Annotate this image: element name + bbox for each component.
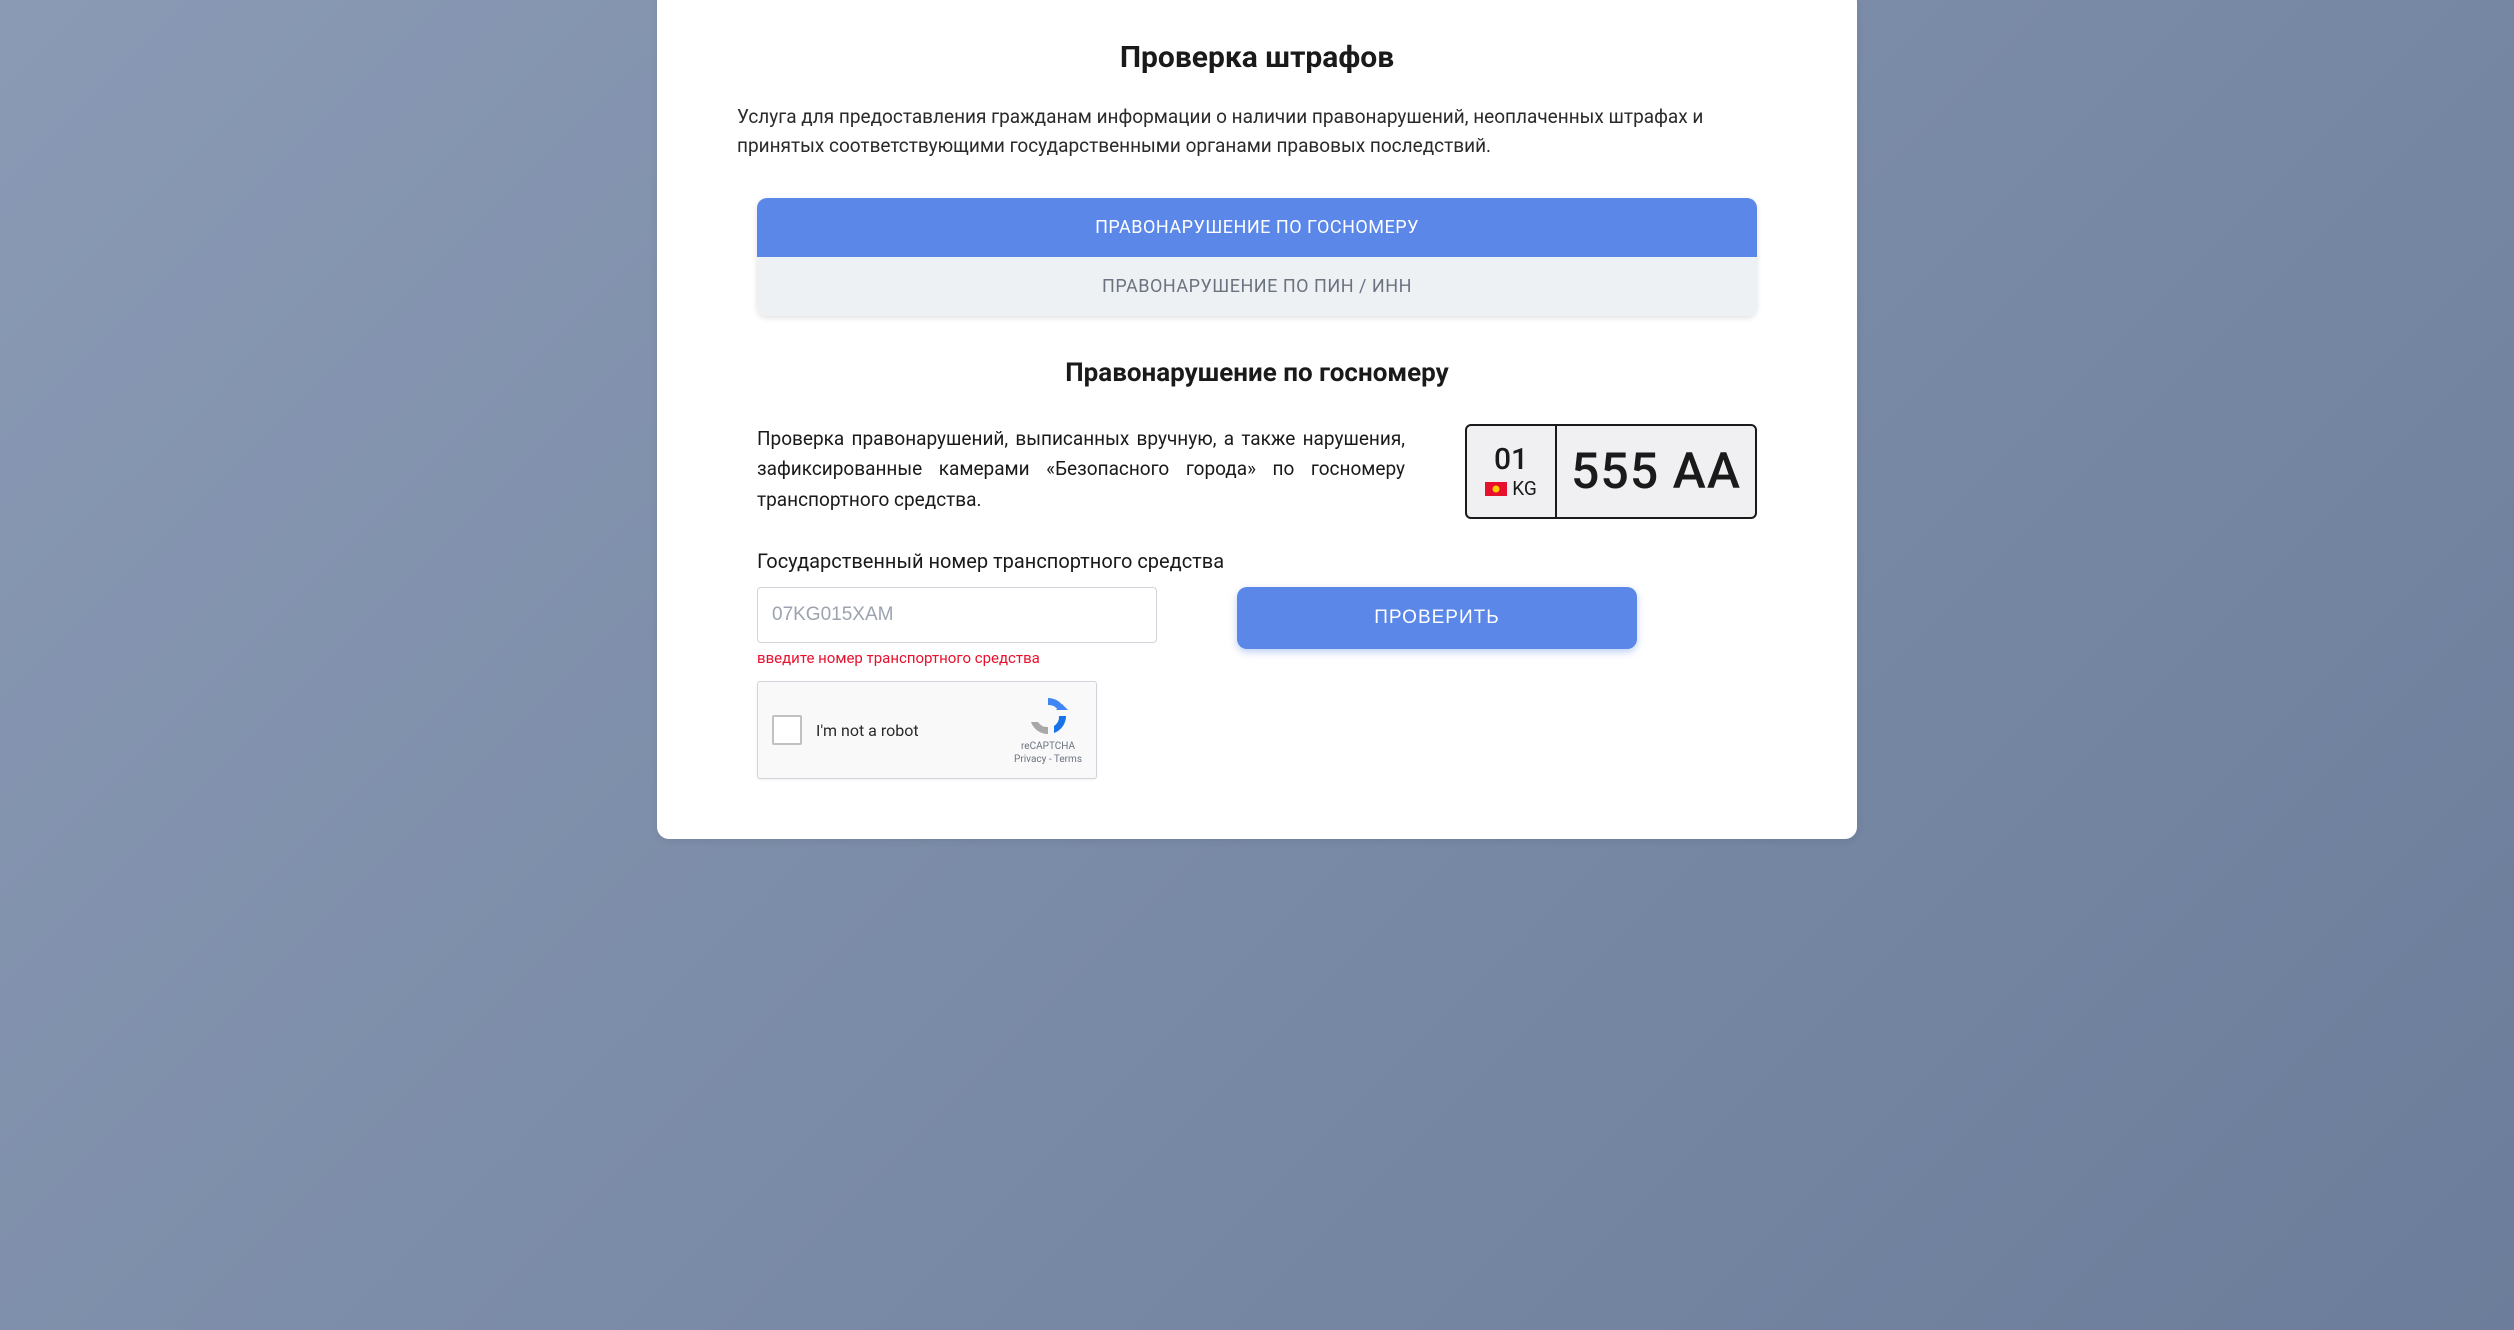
- recaptcha-widget: I'm not a robot reCAPTCHA Privacy - Term…: [757, 681, 1097, 779]
- plate-input-error: введите номер транспортного средства: [757, 649, 1157, 667]
- form-row: введите номер транспортного средства I'm…: [737, 587, 1777, 779]
- page-title: Проверка штрафов: [737, 40, 1777, 75]
- content-row: Проверка правонарушений, выписанных вруч…: [737, 424, 1777, 519]
- tab-by-plate[interactable]: ПРАВОНАРУШЕНИЕ ПО ГОСНОМЕРУ: [757, 198, 1757, 257]
- flag-icon: [1485, 482, 1507, 496]
- plate-input-label: Государственный номер транспортного сред…: [737, 549, 1777, 573]
- plate-region: 01 KG: [1467, 426, 1557, 517]
- recaptcha-checkbox[interactable]: [772, 715, 802, 745]
- plate-region-code: 01: [1494, 445, 1528, 475]
- plate-country-code: KG: [1512, 479, 1537, 498]
- recaptcha-branding: reCAPTCHA Privacy - Terms: [1014, 694, 1082, 766]
- recaptcha-links[interactable]: Privacy - Terms: [1014, 753, 1082, 766]
- plate-example: 01 KG 555 AA: [1465, 424, 1757, 519]
- main-card: Проверка штрафов Услуга для предоставлен…: [657, 0, 1857, 839]
- page-description: Услуга для предоставления гражданам инфо…: [737, 103, 1777, 160]
- plate-input[interactable]: [757, 587, 1157, 643]
- recaptcha-icon: [1026, 694, 1070, 738]
- recaptcha-label: I'm not a robot: [816, 721, 1000, 740]
- recaptcha-brand-text: reCAPTCHA: [1014, 740, 1082, 753]
- tab-by-pin[interactable]: ПРАВОНАРУШЕНИЕ ПО ПИН / ИНН: [757, 257, 1757, 316]
- plate-country-row: KG: [1485, 479, 1537, 498]
- tab-group: ПРАВОНАРУШЕНИЕ ПО ГОСНОМЕРУ ПРАВОНАРУШЕН…: [757, 198, 1757, 316]
- section-description: Проверка правонарушений, выписанных вруч…: [757, 424, 1405, 515]
- license-plate: 01 KG 555 AA: [1465, 424, 1757, 519]
- submit-button[interactable]: ПРОВЕРИТЬ: [1237, 587, 1637, 649]
- plate-number: 555 AA: [1557, 426, 1755, 517]
- section-title: Правонарушение по госномеру: [737, 358, 1777, 388]
- form-left-column: введите номер транспортного средства I'm…: [757, 587, 1157, 779]
